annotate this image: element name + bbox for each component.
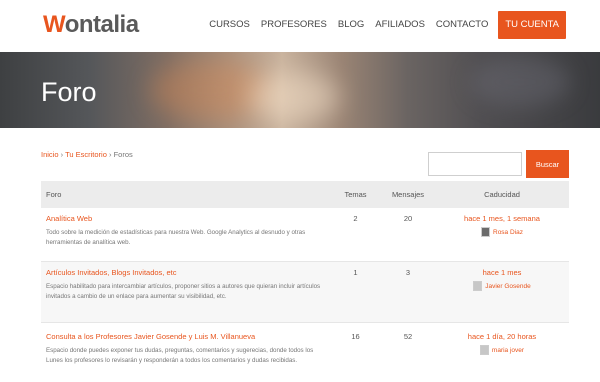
freshness-link[interactable]: hace 1 día, 20 horas bbox=[435, 332, 569, 341]
author-name: Javier Gosende bbox=[485, 282, 531, 290]
site-header: Wontalia CURSOS PROFESORES BLOG AFILIADO… bbox=[0, 0, 600, 52]
topics-count: 1 bbox=[353, 268, 358, 277]
author-link[interactable]: maria jover bbox=[479, 345, 525, 355]
forum-description: Espacio habilitado para intercambiar art… bbox=[46, 283, 321, 300]
author-link[interactable]: Javier Gosende bbox=[473, 281, 531, 291]
page-title: Foro bbox=[41, 77, 97, 107]
column-header-forum: Foro bbox=[46, 190, 62, 199]
posts-count: 3 bbox=[405, 268, 411, 277]
forum-description: Espacio donde puedes exponer tus dudas, … bbox=[46, 347, 314, 364]
site-logo[interactable]: Wontalia bbox=[43, 11, 139, 39]
freshness-cell: hace 1 mes Javier Gosende bbox=[435, 268, 569, 296]
author-name: Rosa Diaz bbox=[493, 228, 523, 236]
author-name: maria jover bbox=[491, 346, 525, 354]
author-link[interactable]: Rosa Diaz bbox=[481, 227, 523, 237]
avatar bbox=[481, 227, 490, 237]
nav-item-blog[interactable]: BLOG bbox=[338, 11, 364, 39]
forum-cell: Artículos Invitados, Blogs Invitados, et… bbox=[41, 268, 330, 302]
nav-item-afiliados[interactable]: AFILIADOS bbox=[375, 11, 425, 39]
forum-cell: Analítica Web Todo sobre la medición de … bbox=[41, 214, 330, 248]
table-row: Artículos Invitados, Blogs Invitados, et… bbox=[41, 262, 569, 323]
table-row: Consulta a los Profesores Javier Gosende… bbox=[41, 323, 569, 382]
breadcrumb: Inicio › Tu Escritorio › Foros bbox=[41, 150, 133, 159]
column-header-posts: Mensajes bbox=[391, 190, 425, 199]
nav-item-contacto[interactable]: CONTACTO bbox=[436, 11, 488, 39]
logo-text: ontalia bbox=[64, 11, 139, 38]
posts-count: 20 bbox=[403, 214, 413, 223]
topics-count: 2 bbox=[353, 214, 358, 223]
column-header-freshness: Caducidad bbox=[484, 190, 520, 199]
column-header-topics: Temas bbox=[344, 190, 367, 199]
account-button[interactable]: TU CUENTA bbox=[498, 11, 566, 39]
table-header: Foro Temas Mensajes Caducidad bbox=[41, 181, 569, 208]
forum-cell: Consulta a los Profesores Javier Gosende… bbox=[41, 332, 330, 366]
hero-background-blob bbox=[470, 57, 570, 107]
search-button[interactable]: Buscar bbox=[526, 150, 569, 178]
nav-item-cursos[interactable]: CURSOS bbox=[209, 11, 250, 39]
freshness-cell: hace 1 día, 20 horas maria jover bbox=[435, 332, 569, 360]
posts-count: 52 bbox=[403, 332, 413, 341]
topics-count: 16 bbox=[351, 332, 360, 341]
breadcrumb-current: Foros bbox=[113, 150, 133, 159]
main-nav: CURSOS PROFESORES BLOG AFILIADOS CONTACT… bbox=[198, 11, 566, 39]
avatar bbox=[473, 281, 483, 291]
forum-title-link[interactable]: Analítica Web bbox=[46, 214, 322, 223]
breadcrumb-separator: › bbox=[108, 150, 112, 159]
table-row: Analítica Web Todo sobre la medición de … bbox=[41, 208, 569, 262]
search-input[interactable] bbox=[428, 152, 522, 176]
logo-mark: W bbox=[43, 11, 65, 38]
freshness-cell: hace 1 mes, 1 semana Rosa Diaz bbox=[435, 214, 569, 242]
freshness-link[interactable]: hace 1 mes bbox=[435, 268, 569, 277]
hero-background-blob bbox=[250, 72, 340, 122]
nav-item-profesores[interactable]: PROFESORES bbox=[261, 11, 327, 39]
breadcrumb-desk[interactable]: Tu Escritorio bbox=[65, 150, 107, 159]
breadcrumb-separator: › bbox=[60, 150, 64, 159]
forum-description: Todo sobre la medición de estadísticas p… bbox=[46, 229, 306, 246]
avatar bbox=[479, 345, 489, 355]
hero-banner: Foro bbox=[0, 52, 600, 128]
forum-table: Foro Temas Mensajes Caducidad Analítica … bbox=[41, 181, 569, 382]
breadcrumb-home[interactable]: Inicio bbox=[41, 150, 59, 159]
freshness-link[interactable]: hace 1 mes, 1 semana bbox=[435, 214, 569, 223]
forum-title-link[interactable]: Consulta a los Profesores Javier Gosende… bbox=[46, 332, 322, 341]
forum-title-link[interactable]: Artículos Invitados, Blogs Invitados, et… bbox=[46, 268, 322, 277]
